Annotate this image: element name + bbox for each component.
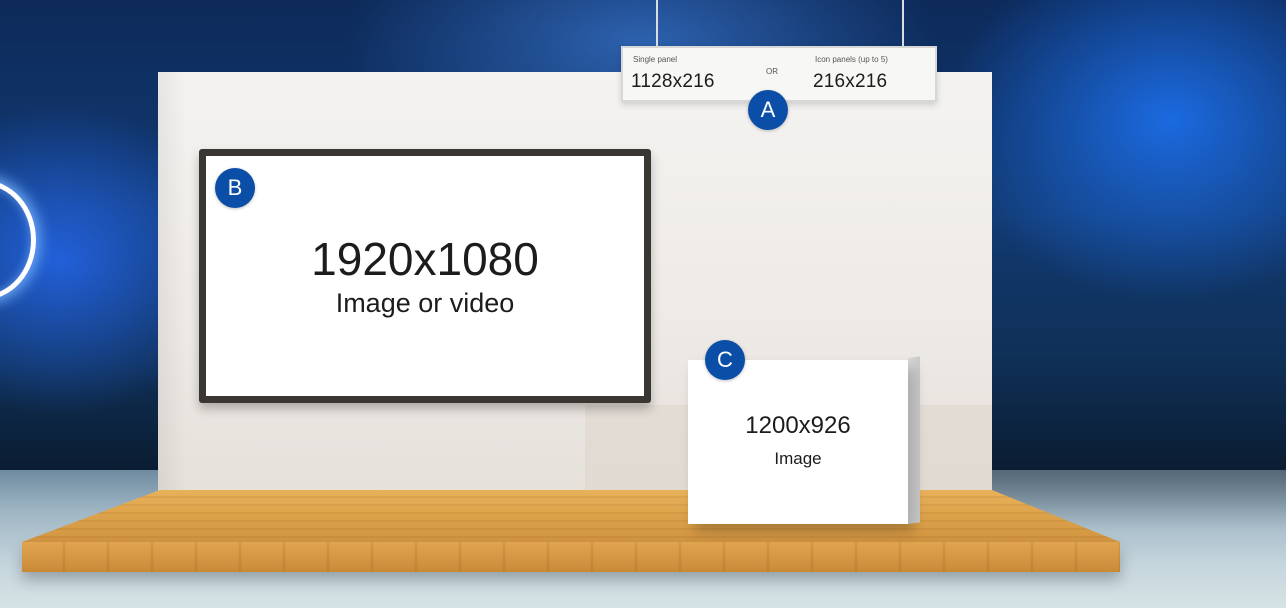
screen-display: 1920x1080 Image or video: [206, 156, 644, 396]
hanging-wire-right: [902, 0, 904, 48]
wooden-platform-top: [22, 490, 1120, 542]
screen-media-label: Image or video: [335, 288, 515, 318]
badge-a: A: [748, 90, 788, 130]
booth-scene: Single panel 1128x216 OR Icon panels (up…: [0, 0, 1286, 608]
box-size-label: 1200x926: [745, 412, 851, 439]
single-panel-label: Single panel: [633, 55, 678, 64]
single-panel-size: 1128x216: [631, 71, 715, 92]
screen-size-label: 1920x1080: [311, 233, 539, 285]
wall-edge-shadow: [158, 72, 186, 502]
hanging-wire-left: [656, 0, 658, 48]
panel-c-box-side: [908, 356, 920, 524]
neon-ring-decoration: [0, 180, 36, 300]
icon-panels-size: 216x216: [813, 71, 888, 92]
wooden-platform-front: [22, 542, 1120, 572]
panel-c-box: 1200x926 Image: [688, 360, 908, 524]
badge-c: C: [705, 340, 745, 380]
or-label: OR: [766, 67, 778, 76]
badge-b: B: [215, 168, 255, 208]
box-media-label: Image: [774, 449, 822, 468]
panel-b-screen: 1920x1080 Image or video: [199, 149, 651, 403]
icon-panels-label: Icon panels (up to 5): [815, 55, 888, 64]
